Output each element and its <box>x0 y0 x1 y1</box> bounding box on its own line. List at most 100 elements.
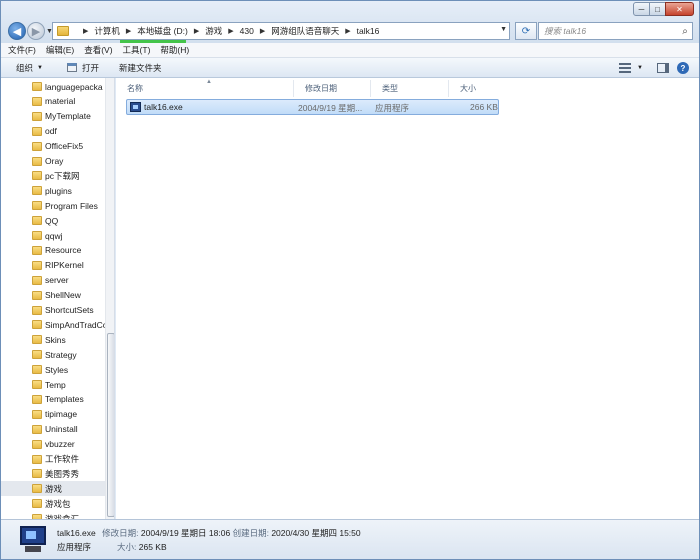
chevron-down-icon[interactable]: ▼ <box>637 65 643 71</box>
nav-folder-item[interactable]: Temp <box>1 377 105 392</box>
nav-folder-item[interactable]: QQ <box>1 213 105 228</box>
organize-button[interactable]: 组织 ▼ <box>10 59 49 77</box>
folder-icon <box>32 365 42 375</box>
refresh-button[interactable]: ⟳ <box>515 22 537 40</box>
nav-folder-item[interactable]: 游戏 <box>1 481 105 497</box>
nav-folder-item[interactable]: MyTemplate <box>1 109 105 124</box>
menu-edit[interactable]: 编辑(E) <box>46 44 74 56</box>
preview-pane-icon[interactable] <box>657 63 669 73</box>
nav-folder-item[interactable]: 工作软件 <box>1 452 105 467</box>
address-bar[interactable]: ▶ 计算机 ▶ 本地磁盘 (D:) ▶ 游戏 ▶ 430 ▶ 网游组队语音聊天 … <box>52 22 510 40</box>
folder-icon <box>32 409 42 419</box>
help-icon[interactable]: ? <box>677 62 689 74</box>
file-date: 2004/9/19 星期... <box>298 103 363 113</box>
breadcrumb-430[interactable]: 430 <box>240 26 254 36</box>
nav-folder-label: Strategy <box>45 349 77 360</box>
column-header-size[interactable]: 大小 <box>449 80 500 97</box>
search-input[interactable]: 搜索 talk16 <box>544 25 678 37</box>
nav-folder-item[interactable]: Styles <box>1 362 105 377</box>
nav-folder-item[interactable]: RIPKernel <box>1 258 105 273</box>
nav-folder-item[interactable]: Oray <box>1 154 105 169</box>
folder-icon <box>32 454 42 464</box>
breadcrumb-drive-d[interactable]: 本地磁盘 (D:) <box>137 25 188 37</box>
nav-folder-item[interactable]: material <box>1 94 105 109</box>
nav-folder-label: tipimage <box>45 409 78 420</box>
chevron-right-icon[interactable]: ▶ <box>83 27 88 35</box>
column-header-date[interactable]: 修改日期 <box>294 80 371 97</box>
nav-folder-item[interactable]: 美图秀秀 <box>1 466 105 481</box>
nav-folder-item[interactable]: languagepacka <box>1 79 105 94</box>
breadcrumb-talk16[interactable]: talk16 <box>357 26 380 36</box>
minimize-button[interactable]: ─ <box>633 2 650 16</box>
maximize-button[interactable]: □ <box>649 2 666 16</box>
chevron-right-icon[interactable]: ▶ <box>228 27 233 35</box>
explorer-window: ◀ ▶ ▼ ▶ 计算机 ▶ 本地磁盘 (D:) ▶ 游戏 ▶ 430 ▶ 网游组… <box>0 0 700 560</box>
folder-icon <box>32 260 42 270</box>
nav-folder-label: SimpAndTradCo <box>45 319 105 330</box>
file-row-talk16[interactable]: talk16.exe 2004/9/19 星期... 应用程序 266 KB <box>126 99 499 115</box>
nav-folder-item[interactable]: Templates <box>1 392 105 407</box>
nav-folder-item[interactable]: plugins <box>1 183 105 198</box>
menu-tools[interactable]: 工具(T) <box>123 44 151 56</box>
nav-folder-label: Program Files <box>45 200 98 211</box>
nav-folder-item[interactable]: odf <box>1 124 105 139</box>
details-created: 2020/4/30 星期四 15:50 <box>271 528 361 538</box>
view-options-icon[interactable] <box>619 63 632 73</box>
nav-folder-item[interactable]: Strategy <box>1 347 105 362</box>
forward-button[interactable]: ▶ <box>27 22 45 40</box>
nav-folder-item[interactable]: vbuzzer <box>1 437 105 452</box>
address-dropdown-icon[interactable]: ▼ <box>500 26 507 33</box>
folder-icon <box>32 201 42 211</box>
back-button[interactable]: ◀ <box>8 22 26 40</box>
nav-folder-item[interactable]: qqwj <box>1 228 105 243</box>
nav-folder-item[interactable]: Uninstall <box>1 422 105 437</box>
nav-folder-item[interactable]: Skins <box>1 332 105 347</box>
nav-folder-item[interactable]: Program Files <box>1 198 105 213</box>
chevron-right-icon[interactable]: ▶ <box>194 27 199 35</box>
close-button[interactable]: ✕ <box>665 2 694 16</box>
details-size-label: 大小: <box>117 542 137 552</box>
open-program-icon <box>66 63 77 72</box>
nav-folder-item[interactable]: ShortcutSets <box>1 303 105 318</box>
chevron-right-icon[interactable]: ▶ <box>260 27 265 35</box>
column-header-name[interactable]: 名称 ▲ <box>116 79 294 97</box>
nav-folder-item[interactable]: ShellNew <box>1 288 105 303</box>
column-header-type[interactable]: 类型 <box>371 80 449 97</box>
folder-icon <box>32 82 42 91</box>
nav-folder-item[interactable]: 游戏盒汇 <box>1 511 105 519</box>
folder-icon <box>32 394 42 404</box>
chevron-right-icon[interactable]: ▶ <box>126 27 131 35</box>
nav-folder-item[interactable]: OfficeFix5 <box>1 139 105 154</box>
chevron-right-icon[interactable]: ▶ <box>345 27 350 35</box>
breadcrumb-games[interactable]: 游戏 <box>205 25 222 37</box>
search-icon[interactable]: ⌕ <box>678 26 692 37</box>
folder-icon <box>32 439 42 449</box>
search-box[interactable]: 搜索 talk16 ⌕ <box>538 22 693 40</box>
nav-folder-item[interactable]: Resource <box>1 243 105 258</box>
open-button[interactable]: 打开 <box>61 59 105 77</box>
nav-folder-item[interactable]: SimpAndTradCo <box>1 317 105 332</box>
folder-icon <box>32 141 42 151</box>
command-bar: 组织 ▼ 打开 新建文件夹 ▼ ? <box>1 58 699 78</box>
folder-icon <box>32 156 42 166</box>
nav-folder-item[interactable]: tipimage <box>1 407 105 422</box>
menu-view[interactable]: 查看(V) <box>84 44 112 56</box>
sort-ascending-icon: ▲ <box>206 79 212 85</box>
nav-folder-label: 游戏 <box>45 483 63 494</box>
nav-folder-item[interactable]: pc下载网 <box>1 168 105 183</box>
nav-folder-item[interactable]: server <box>1 273 105 288</box>
nav-scrollbar[interactable] <box>105 78 114 519</box>
scrollbar-thumb[interactable] <box>107 333 114 517</box>
menu-help[interactable]: 帮助(H) <box>160 44 189 56</box>
nav-folder-label: odf <box>45 126 57 137</box>
nav-folder-item[interactable]: 游戏包 <box>1 496 105 511</box>
nav-folder-label: ShellNew <box>45 290 81 301</box>
new-folder-button[interactable]: 新建文件夹 <box>113 59 168 77</box>
menu-file[interactable]: 文件(F) <box>8 44 36 56</box>
breadcrumb-computer[interactable]: 计算机 <box>94 25 120 37</box>
nav-folder-label: Skins <box>45 334 66 345</box>
folder-icon <box>57 26 69 36</box>
breadcrumb-voice-chat[interactable]: 网游组队语音聊天 <box>271 25 339 37</box>
nav-folder-label: languagepacka <box>45 81 103 92</box>
nav-folder-label: qqwj <box>45 230 63 241</box>
